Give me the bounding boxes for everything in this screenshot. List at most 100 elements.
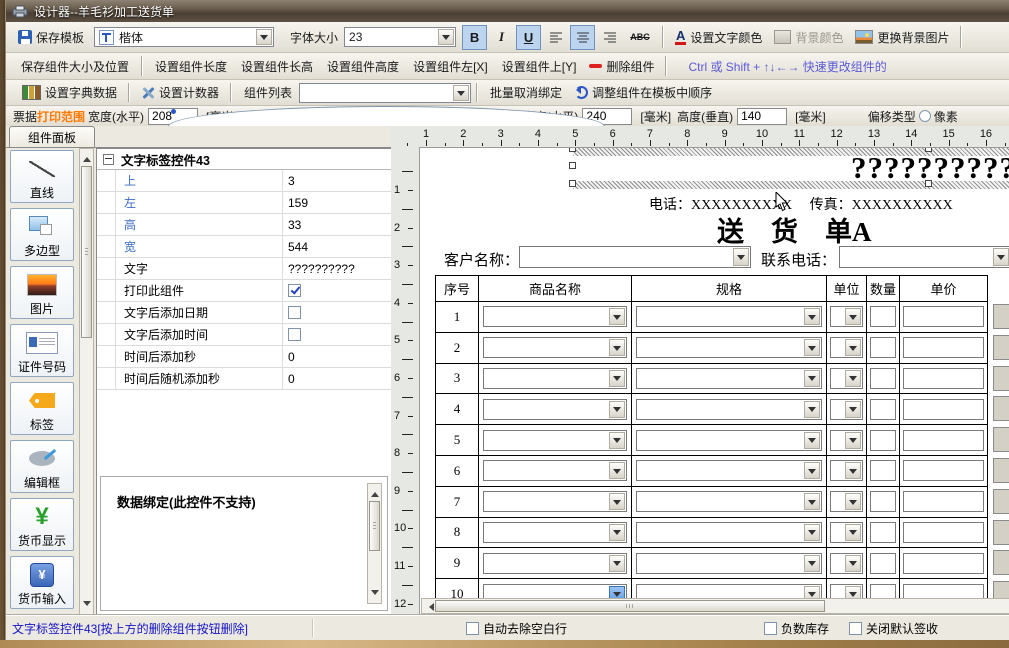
databind-scroll-thumb[interactable] xyxy=(369,501,380,551)
negative-stock-checkbox[interactable]: 负数库存 xyxy=(764,620,829,637)
unit-price-input[interactable] xyxy=(903,399,984,420)
amount-stub[interactable] xyxy=(993,458,1009,483)
dropdown-arrow-icon[interactable] xyxy=(609,339,625,356)
unit-price-input[interactable] xyxy=(903,368,984,389)
property-checkbox-icon[interactable] xyxy=(288,306,301,319)
batch-unbind-button[interactable]: 批量取消绑定 xyxy=(483,82,569,103)
change-background-image-button[interactable]: 更换背景图片 xyxy=(849,27,955,48)
auto-remove-blank-checkbox[interactable]: 自动去除空白行 xyxy=(466,620,567,637)
dropdown-arrow-icon[interactable] xyxy=(804,339,820,356)
dropdown-arrow-icon[interactable] xyxy=(845,555,861,572)
databind-scrollbar[interactable] xyxy=(367,483,382,604)
tool-currency-input[interactable]: ¥货币输入 xyxy=(10,556,74,609)
unit-select[interactable] xyxy=(830,399,863,420)
tool-line[interactable]: 直线 xyxy=(10,150,74,203)
properties-header[interactable]: 文字标签控件43 xyxy=(97,149,391,170)
dropdown-arrow-icon[interactable] xyxy=(845,308,861,325)
property-value[interactable]: 0 xyxy=(282,368,391,389)
spec-select[interactable] xyxy=(636,337,822,358)
adjust-order-button[interactable]: 调整组件在模板中顺序 xyxy=(569,82,718,103)
dropdown-arrow-icon[interactable] xyxy=(609,524,625,541)
dropdown-arrow-icon[interactable] xyxy=(804,524,820,541)
unit-select[interactable] xyxy=(830,306,863,327)
property-row[interactable]: 文字后添加日期 xyxy=(97,302,391,324)
product-name-select[interactable] xyxy=(483,460,627,481)
property-row[interactable]: 打印此组件 xyxy=(97,280,391,302)
tool-polygon[interactable]: 多边型 xyxy=(10,208,74,261)
spec-select[interactable] xyxy=(636,584,822,598)
dropdown-arrow-icon[interactable] xyxy=(609,308,625,325)
checkbox-icon[interactable] xyxy=(466,622,479,635)
quantity-input[interactable] xyxy=(870,399,896,420)
collapse-icon[interactable] xyxy=(103,154,114,165)
set-component-width-button[interactable]: 设置组件长度 xyxy=(148,56,234,77)
unit-price-input[interactable] xyxy=(903,553,984,574)
property-row[interactable]: 时间后添加秒0 xyxy=(97,346,391,368)
dropdown-arrow-icon[interactable] xyxy=(609,401,625,418)
resize-handle[interactable] xyxy=(569,148,576,152)
font-dropdown-arrow-icon[interactable] xyxy=(256,29,272,45)
quantity-input[interactable] xyxy=(870,491,896,512)
scroll-up-icon[interactable] xyxy=(83,153,91,162)
product-name-select[interactable] xyxy=(483,430,627,451)
title-bar[interactable]: 设计器--羊毛衫加工送货单 xyxy=(6,0,1009,22)
quantity-input[interactable] xyxy=(870,337,896,358)
product-name-select[interactable] xyxy=(483,337,627,358)
resize-handle[interactable] xyxy=(569,180,576,187)
background-color-button[interactable]: 背景颜色 xyxy=(768,27,849,48)
align-center-button[interactable] xyxy=(570,25,595,50)
resize-handle[interactable] xyxy=(569,162,576,169)
dropdown-arrow-icon[interactable] xyxy=(609,586,625,598)
property-row[interactable]: 文字后添加时间 xyxy=(97,324,391,346)
dropdown-arrow-icon[interactable] xyxy=(845,493,861,510)
dropdown-arrow-icon[interactable] xyxy=(845,524,861,541)
amount-stub[interactable] xyxy=(993,335,1009,360)
property-checkbox-icon[interactable] xyxy=(288,284,301,297)
amount-stub[interactable] xyxy=(993,550,1009,575)
quantity-input[interactable] xyxy=(870,306,896,327)
font-name-select[interactable]: 楷体 xyxy=(94,27,274,47)
unit-price-input[interactable] xyxy=(903,306,984,327)
property-value[interactable]: 544 xyxy=(282,236,391,257)
canvas-h-scrollbar[interactable] xyxy=(421,598,1009,614)
dropdown-arrow-icon[interactable] xyxy=(609,370,625,387)
toolbox-scroll-thumb[interactable] xyxy=(81,166,92,338)
dropdown-arrow-icon[interactable] xyxy=(804,432,820,449)
property-value[interactable]: 159 xyxy=(282,192,391,213)
property-checkbox-icon[interactable] xyxy=(288,328,301,341)
font-size-select[interactable]: 23 xyxy=(344,27,456,47)
tool-image[interactable]: 图片 xyxy=(10,266,74,319)
property-value[interactable] xyxy=(282,280,391,301)
bold-button[interactable]: B xyxy=(462,25,487,50)
property-value[interactable]: 0 xyxy=(282,346,391,367)
unit-price-input[interactable] xyxy=(903,337,984,358)
dropdown-arrow-icon[interactable] xyxy=(845,370,861,387)
unit-select[interactable] xyxy=(830,584,863,598)
amount-stub[interactable] xyxy=(993,520,1009,545)
align-right-button[interactable] xyxy=(597,25,622,50)
component-list-select[interactable] xyxy=(299,83,471,103)
product-name-select[interactable] xyxy=(483,306,627,327)
toolbox-scrollbar[interactable] xyxy=(79,148,94,615)
unit-select[interactable] xyxy=(830,430,863,451)
product-name-select[interactable] xyxy=(483,399,627,420)
property-row[interactable]: 时间后随机添加秒0 xyxy=(97,368,391,390)
unit-select[interactable] xyxy=(830,491,863,512)
product-name-select[interactable] xyxy=(483,522,627,543)
set-component-top-button[interactable]: 设置组件上[Y] xyxy=(495,56,584,77)
contact-dropdown-arrow-icon[interactable] xyxy=(993,248,1009,266)
spec-select[interactable] xyxy=(636,553,822,574)
dropdown-arrow-icon[interactable] xyxy=(845,586,861,598)
dropdown-arrow-icon[interactable] xyxy=(845,401,861,418)
dropdown-arrow-icon[interactable] xyxy=(609,432,625,449)
spec-select[interactable] xyxy=(636,522,822,543)
delete-component-button[interactable]: 删除组件 xyxy=(583,56,660,77)
size-dropdown-arrow-icon[interactable] xyxy=(438,29,454,45)
strikethrough-button[interactable]: ABC xyxy=(624,25,656,50)
dropdown-arrow-icon[interactable] xyxy=(804,370,820,387)
disable-default-sign-checkbox[interactable]: 关闭默认签收 xyxy=(849,620,938,637)
set-counter-button[interactable]: 设置计数器 xyxy=(135,82,225,103)
amount-stub[interactable] xyxy=(993,304,1009,329)
property-value[interactable] xyxy=(282,302,391,323)
dropdown-arrow-icon[interactable] xyxy=(609,493,625,510)
